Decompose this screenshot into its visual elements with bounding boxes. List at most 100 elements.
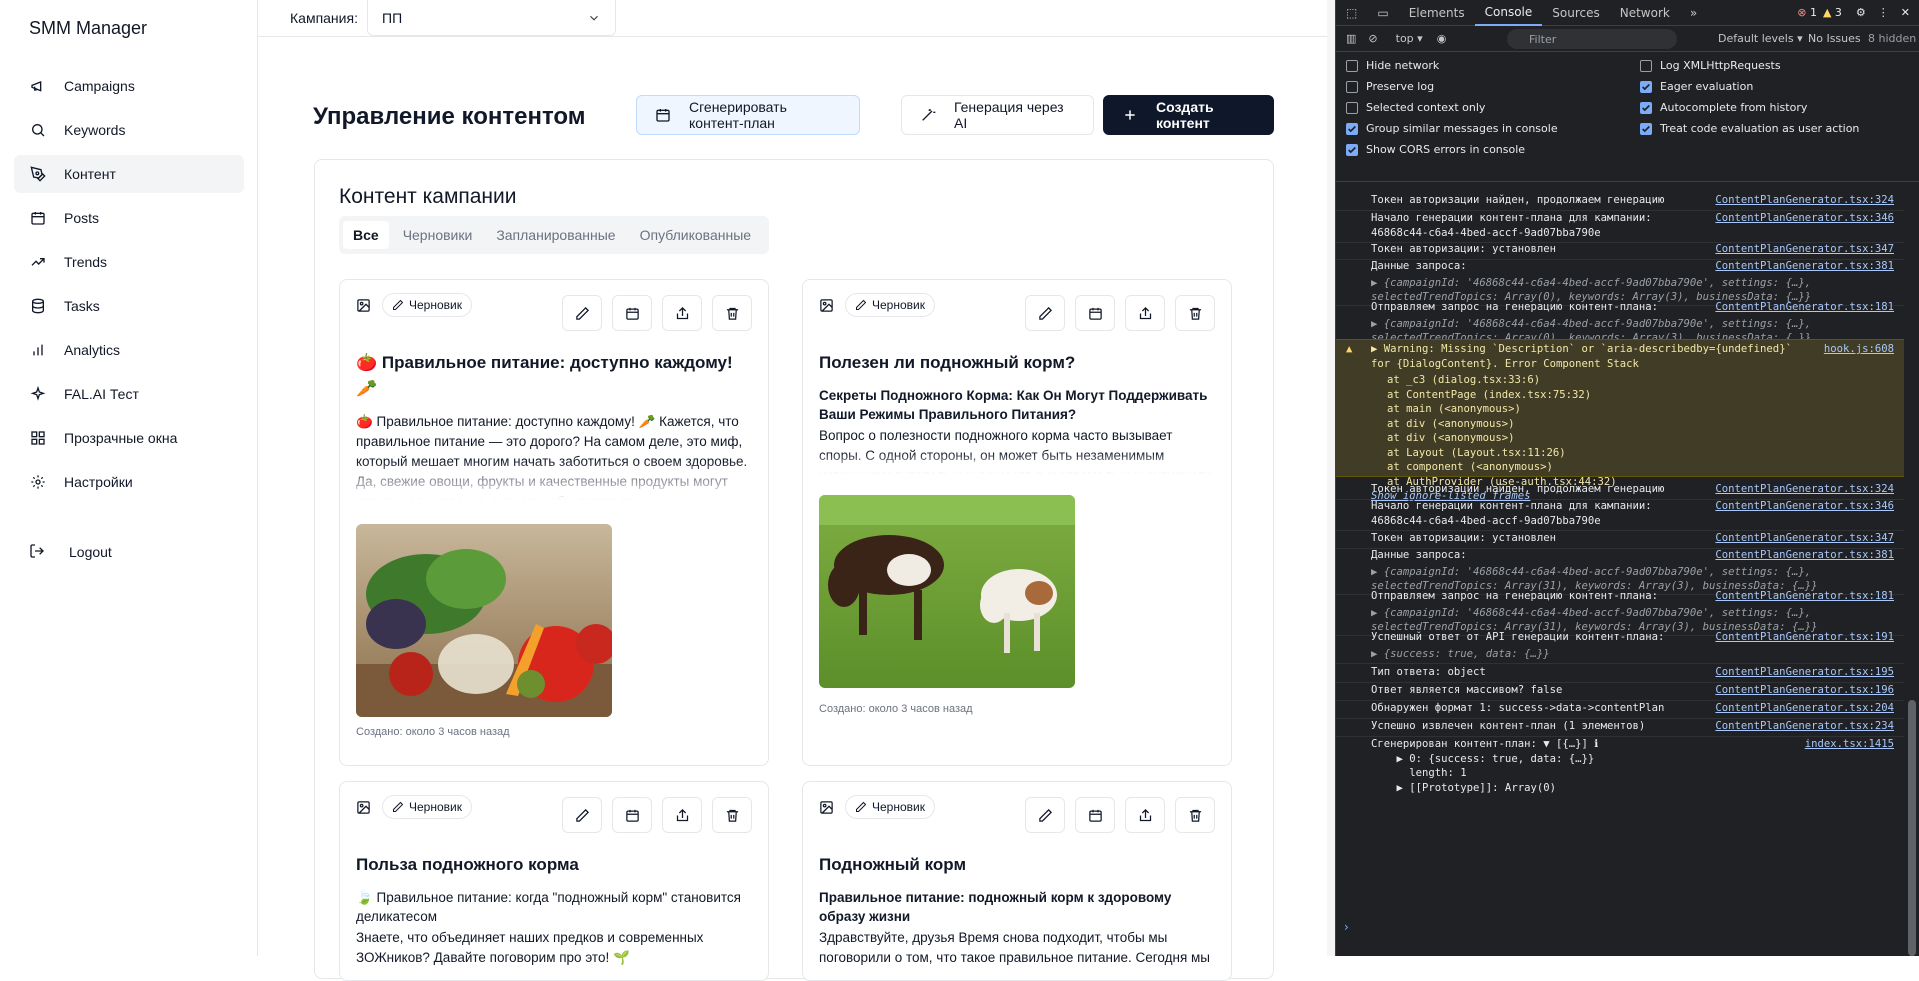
generate-plan-button[interactable]: Сгенерировать контент-план [636, 95, 860, 135]
tab-console[interactable]: Console [1474, 0, 1543, 26]
console-scrollbar[interactable] [1908, 700, 1916, 956]
source-link[interactable]: ContentPlanGenerator.tsx:181 [1715, 300, 1894, 315]
schedule-button[interactable] [612, 797, 652, 833]
sidebar-item-analytics[interactable]: Analytics [14, 331, 244, 369]
console-message: Сгенерирован контент-план: ▼ [{…}] ℹ ▶ 0… [1336, 735, 1904, 797]
source-link[interactable]: ContentPlanGenerator.tsx:234 [1715, 719, 1894, 734]
kebab-menu-icon[interactable]: ⋮ [1878, 6, 1889, 19]
checkbox-checked[interactable] [1640, 122, 1652, 135]
filter-input[interactable]: Filter [1507, 29, 1677, 49]
setting-preserve-log[interactable]: Preserve log [1346, 80, 1434, 93]
error-count[interactable]: 1 [1810, 6, 1817, 19]
console-object[interactable]: ▶ {success: true, data: {…}} [1371, 647, 1896, 664]
sidebar-item-campaigns[interactable]: Campaigns [14, 67, 244, 105]
tab-published[interactable]: Опубликованные [630, 221, 761, 249]
eye-icon[interactable]: ◉ [1437, 32, 1447, 45]
sidebar-item-trends[interactable]: Trends [14, 243, 244, 281]
checkbox-checked[interactable] [1640, 80, 1652, 93]
setting-group-similar[interactable]: Group similar messages in console [1346, 122, 1558, 135]
source-link[interactable]: ContentPlanGenerator.tsx:204 [1715, 701, 1894, 716]
edit-button[interactable] [562, 797, 602, 833]
gear-icon[interactable]: ⚙ [1856, 6, 1866, 19]
delete-button[interactable] [712, 797, 752, 833]
panel-title: Контент кампании [339, 185, 517, 208]
tab-scheduled[interactable]: Запланированные [486, 221, 625, 249]
checkbox-checked[interactable] [1346, 122, 1358, 135]
tab-elements[interactable]: Elements [1399, 0, 1475, 26]
more-tabs-icon[interactable]: » [1680, 0, 1707, 26]
edit-button[interactable] [1025, 797, 1065, 833]
source-link[interactable]: ContentPlanGenerator.tsx:181 [1715, 589, 1894, 604]
edit-button[interactable] [1025, 295, 1065, 331]
publish-button[interactable] [662, 797, 702, 833]
sidebar-item-keywords[interactable]: Keywords [14, 111, 244, 149]
schedule-button[interactable] [1075, 295, 1115, 331]
schedule-button[interactable] [1075, 797, 1115, 833]
tab-network[interactable]: Network [1610, 0, 1680, 26]
logout-button[interactable]: Logout [29, 543, 112, 561]
source-link[interactable]: ContentPlanGenerator.tsx:346 [1715, 499, 1894, 514]
checkbox[interactable] [1346, 101, 1358, 114]
publish-button[interactable] [662, 295, 702, 331]
checkbox-checked[interactable] [1640, 101, 1652, 114]
tab-sources[interactable]: Sources [1542, 0, 1609, 26]
setting-hide-network[interactable]: Hide network [1346, 59, 1439, 72]
checkbox[interactable] [1640, 59, 1652, 72]
setting-log-xhr[interactable]: Log XMLHttpRequests [1640, 59, 1781, 72]
levels-select[interactable]: Default levels ▾ [1718, 32, 1803, 45]
source-link[interactable]: ContentPlanGenerator.tsx:347 [1715, 242, 1894, 257]
source-link[interactable]: ContentPlanGenerator.tsx:191 [1715, 630, 1894, 645]
sidebar-item-tasks[interactable]: Tasks [14, 287, 244, 325]
console-toolbar: ▥ ⊘ top ▾ ◉ Filter Default levels ▾ No I… [1336, 26, 1919, 52]
card-body: Здравствуйте, друзья Время снова подходи… [819, 930, 1211, 965]
close-icon[interactable]: ✕ [1901, 6, 1910, 19]
sidebar-item-posts[interactable]: Posts [14, 199, 244, 237]
source-link[interactable]: ContentPlanGenerator.tsx:324 [1715, 193, 1894, 208]
sidebar-item-falai[interactable]: FAL.AI Тест [14, 375, 244, 413]
console-prompt[interactable]: › [1344, 920, 1349, 934]
schedule-button[interactable] [612, 295, 652, 331]
checkbox-checked[interactable] [1346, 143, 1358, 156]
warning-count[interactable]: 3 [1835, 6, 1842, 19]
edit-button[interactable] [562, 295, 602, 331]
stack-frame[interactable]: at Layout (Layout.tsx:11:26) [1387, 446, 1896, 461]
delete-button[interactable] [712, 295, 752, 331]
setting-autocomplete[interactable]: Autocomplete from history [1640, 101, 1807, 114]
clear-console-icon[interactable]: ⊘ [1368, 32, 1377, 45]
setting-cors-errors[interactable]: Show CORS errors in console [1346, 143, 1525, 156]
stack-frame[interactable]: at _c3 (dialog.tsx:33:6) [1387, 373, 1896, 388]
source-link[interactable]: ContentPlanGenerator.tsx:196 [1715, 683, 1894, 698]
source-link[interactable]: ContentPlanGenerator.tsx:324 [1715, 482, 1894, 497]
issues-button[interactable]: No Issues [1808, 32, 1861, 45]
source-link[interactable]: ContentPlanGenerator.tsx:346 [1715, 211, 1894, 226]
inspect-icon[interactable]: ⬚ [1336, 0, 1367, 26]
stack-frame[interactable]: at ContentPage (index.tsx:75:32) [1387, 388, 1896, 403]
source-link[interactable]: ContentPlanGenerator.tsx:347 [1715, 531, 1894, 546]
publish-button[interactable] [1125, 295, 1165, 331]
context-select[interactable]: top ▾ [1396, 32, 1423, 45]
tab-all[interactable]: Все [343, 221, 389, 249]
source-link[interactable]: hook.js:608 [1824, 342, 1894, 357]
checkbox[interactable] [1346, 80, 1358, 93]
source-link[interactable]: ContentPlanGenerator.tsx:381 [1715, 259, 1894, 274]
tab-drafts[interactable]: Черновики [393, 221, 483, 249]
setting-eager-eval[interactable]: Eager evaluation [1640, 80, 1753, 93]
checkbox[interactable] [1346, 59, 1358, 72]
device-toggle-icon[interactable]: ▭ [1367, 0, 1398, 26]
publish-button[interactable] [1125, 797, 1165, 833]
sidebar-item-content[interactable]: Контент [14, 155, 244, 193]
delete-button[interactable] [1175, 295, 1215, 331]
source-link[interactable]: ContentPlanGenerator.tsx:195 [1715, 665, 1894, 680]
sidebar-toggle-icon[interactable]: ▥ [1346, 32, 1356, 45]
setting-treat-eval[interactable]: Treat code evaluation as user action [1640, 122, 1859, 135]
sidebar-item-windows[interactable]: Прозрачные окна [14, 419, 244, 457]
ai-generate-button[interactable]: Генерация через AI [901, 95, 1094, 135]
source-link[interactable]: index.tsx:1415 [1805, 737, 1894, 752]
create-content-button[interactable]: Создать контент [1103, 95, 1274, 135]
campaign-select[interactable]: ПП [367, 0, 616, 36]
source-link[interactable]: ContentPlanGenerator.tsx:381 [1715, 548, 1894, 563]
setting-selected-context[interactable]: Selected context only [1346, 101, 1485, 114]
delete-button[interactable] [1175, 797, 1215, 833]
page-scrollbar[interactable] [1327, 0, 1335, 956]
sidebar-item-settings[interactable]: Настройки [14, 463, 244, 501]
